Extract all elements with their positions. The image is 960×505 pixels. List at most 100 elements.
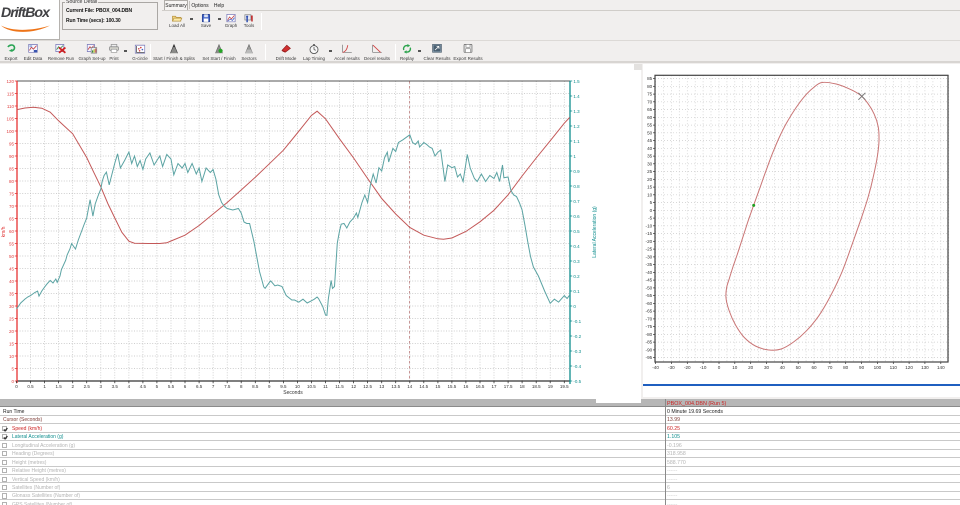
svg-text:0.9: 0.9 bbox=[573, 169, 580, 174]
svg-text:-30: -30 bbox=[646, 255, 653, 260]
svg-text:-20: -20 bbox=[684, 365, 691, 370]
svg-text:Lateral Acceleration (g): Lateral Acceleration (g) bbox=[592, 206, 598, 258]
svg-text:-10: -10 bbox=[646, 223, 653, 228]
svg-text:7.5: 7.5 bbox=[224, 384, 231, 389]
svg-text:0.5: 0.5 bbox=[573, 229, 580, 234]
svg-text:20: 20 bbox=[748, 365, 754, 370]
svg-text:20: 20 bbox=[9, 329, 15, 334]
svg-text:0.4: 0.4 bbox=[573, 244, 580, 249]
svg-text:60: 60 bbox=[647, 115, 653, 120]
svg-text:12.5: 12.5 bbox=[363, 384, 372, 389]
svg-text:-60: -60 bbox=[646, 301, 653, 306]
svg-text:18: 18 bbox=[520, 384, 526, 389]
svg-text:0.6: 0.6 bbox=[573, 214, 580, 219]
svg-text:130: 130 bbox=[921, 365, 929, 370]
svg-text:16.5: 16.5 bbox=[476, 384, 485, 389]
svg-text:10.5: 10.5 bbox=[307, 384, 316, 389]
svg-text:70: 70 bbox=[9, 204, 15, 209]
svg-text:-20: -20 bbox=[646, 239, 653, 244]
svg-text:3: 3 bbox=[100, 384, 103, 389]
svg-text:95: 95 bbox=[9, 141, 15, 146]
svg-text:4: 4 bbox=[128, 384, 131, 389]
svg-text:-90: -90 bbox=[646, 348, 653, 353]
svg-text:17.5: 17.5 bbox=[504, 384, 513, 389]
svg-text:15.5: 15.5 bbox=[448, 384, 457, 389]
svg-text:10: 10 bbox=[9, 354, 15, 359]
svg-text:30: 30 bbox=[647, 161, 653, 166]
svg-text:12: 12 bbox=[351, 384, 357, 389]
svg-text:5: 5 bbox=[650, 200, 653, 205]
svg-text:6.5: 6.5 bbox=[196, 384, 203, 389]
svg-text:-0.3: -0.3 bbox=[573, 349, 581, 354]
svg-text:-30: -30 bbox=[668, 365, 675, 370]
svg-text:65: 65 bbox=[647, 107, 653, 112]
svg-text:120: 120 bbox=[6, 79, 14, 84]
svg-text:-10: -10 bbox=[700, 365, 707, 370]
svg-text:19: 19 bbox=[548, 384, 554, 389]
svg-text:1: 1 bbox=[573, 154, 576, 159]
svg-text:40: 40 bbox=[9, 279, 15, 284]
svg-text:13: 13 bbox=[379, 384, 385, 389]
svg-text:-55: -55 bbox=[646, 293, 653, 298]
svg-text:-65: -65 bbox=[646, 309, 653, 314]
svg-text:1.3: 1.3 bbox=[573, 109, 580, 114]
svg-text:0.5: 0.5 bbox=[27, 384, 34, 389]
svg-text:60: 60 bbox=[811, 365, 817, 370]
svg-text:14.5: 14.5 bbox=[419, 384, 428, 389]
svg-text:10: 10 bbox=[647, 192, 653, 197]
svg-text:65: 65 bbox=[9, 216, 15, 221]
svg-text:19.5: 19.5 bbox=[560, 384, 569, 389]
svg-text:1.1: 1.1 bbox=[573, 139, 580, 144]
svg-text:1.5: 1.5 bbox=[573, 79, 580, 84]
svg-text:85: 85 bbox=[9, 166, 15, 171]
svg-text:25: 25 bbox=[647, 169, 653, 174]
svg-text:80: 80 bbox=[9, 179, 15, 184]
svg-text:0: 0 bbox=[573, 304, 576, 309]
svg-text:15: 15 bbox=[9, 341, 15, 346]
svg-text:-25: -25 bbox=[646, 247, 653, 252]
svg-text:-35: -35 bbox=[646, 262, 653, 267]
svg-text:50: 50 bbox=[9, 254, 15, 259]
svg-text:50: 50 bbox=[647, 130, 653, 135]
svg-text:-0.1: -0.1 bbox=[573, 319, 581, 324]
svg-text:110: 110 bbox=[890, 365, 898, 370]
svg-text:90: 90 bbox=[9, 154, 15, 159]
svg-text:75: 75 bbox=[647, 92, 653, 97]
svg-text:55: 55 bbox=[9, 241, 15, 246]
svg-text:0.1: 0.1 bbox=[573, 289, 580, 294]
svg-text:30: 30 bbox=[9, 304, 15, 309]
svg-text:11.5: 11.5 bbox=[335, 384, 344, 389]
svg-text:1.5: 1.5 bbox=[55, 384, 62, 389]
svg-text:5.5: 5.5 bbox=[168, 384, 175, 389]
svg-text:45: 45 bbox=[9, 266, 15, 271]
svg-text:-80: -80 bbox=[646, 332, 653, 337]
svg-text:-75: -75 bbox=[646, 324, 653, 329]
svg-text:100: 100 bbox=[874, 365, 882, 370]
svg-text:18.5: 18.5 bbox=[532, 384, 541, 389]
svg-text:-50: -50 bbox=[646, 286, 653, 291]
svg-text:2.5: 2.5 bbox=[84, 384, 91, 389]
svg-text:0: 0 bbox=[650, 208, 653, 213]
svg-text:20: 20 bbox=[647, 177, 653, 182]
svg-text:13.5: 13.5 bbox=[391, 384, 400, 389]
svg-text:9: 9 bbox=[268, 384, 271, 389]
svg-text:8.5: 8.5 bbox=[252, 384, 259, 389]
svg-text:6: 6 bbox=[184, 384, 187, 389]
svg-text:17: 17 bbox=[491, 384, 497, 389]
svg-text:40: 40 bbox=[780, 365, 786, 370]
svg-text:0.8: 0.8 bbox=[573, 184, 580, 189]
svg-text:45: 45 bbox=[647, 138, 653, 143]
svg-text:-5: -5 bbox=[648, 216, 653, 221]
svg-text:4.5: 4.5 bbox=[140, 384, 147, 389]
svg-text:115: 115 bbox=[7, 91, 15, 96]
svg-text:5: 5 bbox=[11, 366, 14, 371]
svg-text:15: 15 bbox=[435, 384, 441, 389]
svg-text:55: 55 bbox=[647, 123, 653, 128]
svg-text:9.5: 9.5 bbox=[280, 384, 287, 389]
svg-text:2: 2 bbox=[71, 384, 74, 389]
svg-text:80: 80 bbox=[647, 84, 653, 89]
svg-text:30: 30 bbox=[764, 365, 770, 370]
svg-text:1: 1 bbox=[43, 384, 46, 389]
svg-text:140: 140 bbox=[937, 365, 945, 370]
svg-text:5: 5 bbox=[156, 384, 159, 389]
